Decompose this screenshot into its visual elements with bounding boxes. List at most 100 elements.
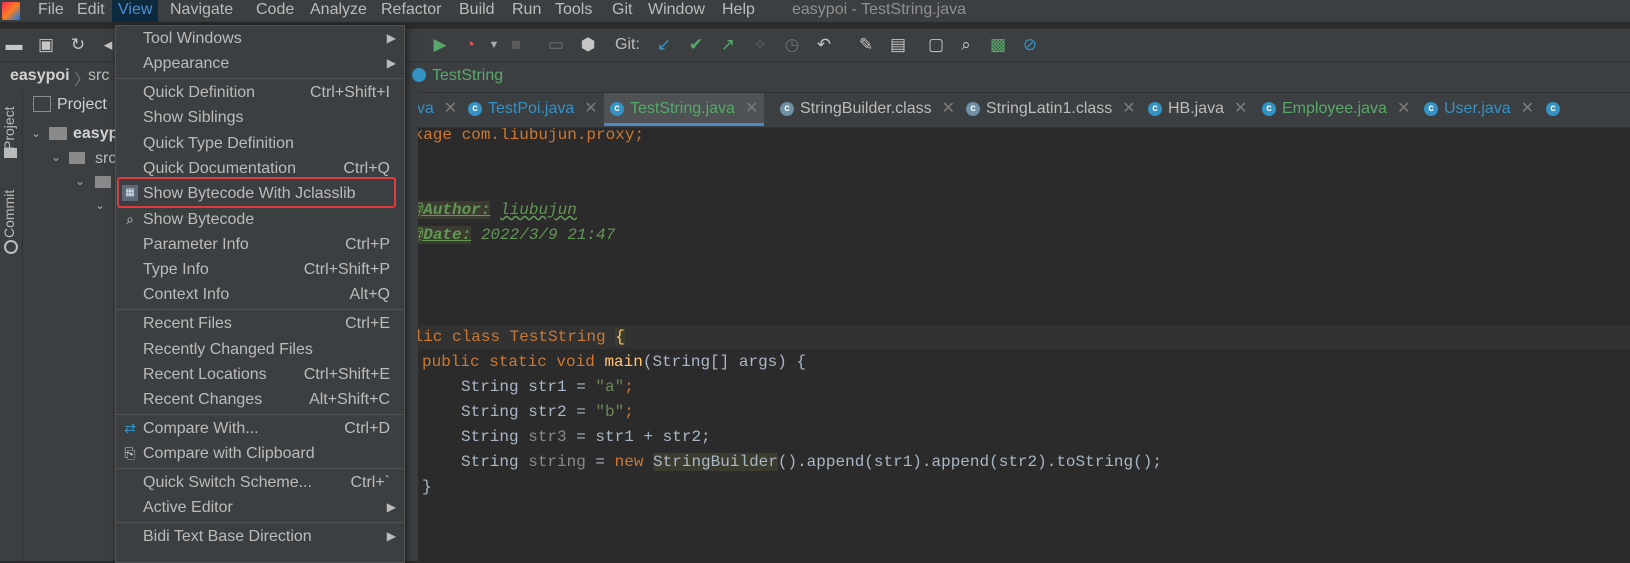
menu-run[interactable]: Run <box>506 0 547 22</box>
close-icon[interactable]: ✕ <box>444 100 457 117</box>
menu-edit[interactable]: Edit <box>71 0 111 22</box>
power-save-icon[interactable]: ⊘ <box>1020 35 1040 55</box>
menu-file[interactable]: File <box>32 0 70 22</box>
breadcrumb-project[interactable]: easypoi <box>10 67 70 85</box>
menu-git[interactable]: Git <box>606 0 638 22</box>
menu-build[interactable]: Build <box>453 0 501 22</box>
menu-refactor[interactable]: Refactor <box>375 0 447 22</box>
menu-item-recently-changed-files[interactable]: Recently Changed Files <box>116 337 404 362</box>
project-header[interactable]: Project <box>57 96 107 114</box>
menu-item-compare-clipboard[interactable]: ⎘ Compare with Clipboard <box>116 441 404 466</box>
menu-window[interactable]: Window <box>642 0 711 22</box>
menu-item-label: Compare With... <box>143 420 259 437</box>
project-root[interactable]: easyp <box>73 125 118 143</box>
javadoc-tag: @Date: <box>418 226 472 244</box>
git-push-icon[interactable]: ↗ <box>718 35 738 55</box>
menu-view[interactable]: View <box>112 0 159 22</box>
git-update-icon[interactable]: ↙ <box>654 35 674 55</box>
close-icon[interactable]: ✕ <box>745 100 758 117</box>
breadcrumb-src[interactable]: src <box>88 67 109 85</box>
menu-item-show-siblings[interactable]: Show Siblings <box>116 105 404 130</box>
attach-debugger-icon[interactable]: ▭ <box>546 35 566 55</box>
tab-testpoi[interactable]: c TestPoi.java ✕ <box>468 93 598 126</box>
shortcut-label: Ctrl+Shift+P <box>303 261 390 278</box>
close-icon[interactable]: ✕ <box>1234 100 1247 117</box>
menu-analyze[interactable]: Analyze <box>304 0 373 22</box>
menu-separator <box>116 522 404 523</box>
menu-item-quick-type-definition[interactable]: Quick Type Definition <box>116 131 404 156</box>
menubar: File Edit View Navigate Code Analyze Ref… <box>0 0 1630 22</box>
menu-item-label: Tool Windows <box>143 30 242 47</box>
class-icon: c <box>468 101 482 116</box>
save-icon[interactable]: ▣ <box>36 35 56 55</box>
menu-help[interactable]: Help <box>716 0 761 22</box>
src-folder[interactable]: src <box>95 150 116 168</box>
monitor-icon[interactable]: ▩ <box>988 35 1008 55</box>
chevron-down-icon[interactable]: ⌄ <box>75 174 85 188</box>
shortcut-label: Ctrl+P <box>345 236 390 253</box>
chevron-down-icon[interactable]: ⌄ <box>51 150 61 164</box>
menu-item-recent-changes[interactable]: Recent Changes Alt+Shift+C <box>116 387 404 412</box>
profile-icon[interactable]: ◔ <box>460 35 480 55</box>
breadcrumb-file[interactable]: TestString <box>432 67 503 85</box>
menu-navigate[interactable]: Navigate <box>164 0 239 22</box>
tab-hb[interactable]: c HB.java ✕ <box>1148 93 1247 126</box>
chevron-down-icon[interactable]: ⌄ <box>31 126 41 140</box>
menu-item-quick-switch-scheme[interactable]: Quick Switch Scheme... Ctrl+` <box>116 470 404 495</box>
rollback-icon[interactable]: ↶ <box>814 35 834 55</box>
menu-item-label: Quick Switch Scheme... <box>143 474 312 491</box>
project-structure-icon[interactable]: ▤ <box>888 35 908 55</box>
tab-teststring[interactable]: c TestString.java ✕ <box>604 93 765 126</box>
close-icon[interactable]: ✕ <box>1397 100 1410 117</box>
tab-overflow[interactable]: c <box>1546 93 1566 126</box>
module-folder-icon <box>49 127 67 140</box>
submenu-arrow-icon: ▶ <box>386 31 396 45</box>
open-folder-icon[interactable]: ▬ <box>4 35 24 55</box>
menu-item-recent-locations[interactable]: Recent Locations Ctrl+Shift+E <box>116 362 404 387</box>
build-project-icon[interactable]: ⬢ <box>578 35 598 55</box>
keyword: public static void <box>422 353 605 371</box>
menu-item-tool-windows[interactable]: Tool Windows ▶ <box>116 26 404 51</box>
close-icon[interactable]: ✕ <box>1521 100 1534 117</box>
menu-item-label: Appearance <box>143 55 230 72</box>
javadoc-tag: @Author: <box>418 201 491 219</box>
menu-item-active-editor[interactable]: Active Editor ▶ <box>116 495 404 520</box>
menu-item-compare-with[interactable]: ⇄ Compare With... Ctrl+D <box>116 416 404 441</box>
tab-stringbuilder[interactable]: c StringBuilder.class ✕ <box>780 93 955 126</box>
menu-code[interactable]: Code <box>250 0 300 22</box>
menu-item-appearance[interactable]: Appearance ▶ <box>116 51 404 76</box>
menu-tools[interactable]: Tools <box>549 0 598 22</box>
search-icon[interactable]: ⌕ <box>956 35 976 55</box>
method-name: main <box>604 353 643 371</box>
menu-item-label: Quick Definition <box>143 84 256 101</box>
code-editor[interactable]: ckage com.liubujun.proxy; * @Author: liu… <box>418 128 1630 561</box>
history-icon[interactable]: ◷ <box>782 35 802 55</box>
app-logo-icon <box>2 2 20 20</box>
close-icon[interactable]: ✕ <box>1122 100 1135 117</box>
chevron-down-icon[interactable]: ⌄ <box>95 198 105 212</box>
close-icon[interactable]: ✕ <box>584 100 597 117</box>
tab-commit[interactable]: Commit <box>1 184 21 244</box>
tab-label: User.java <box>1444 100 1511 117</box>
tab-java-file[interactable]: .java ✕ <box>418 93 464 126</box>
menu-item-bidi-direction[interactable]: Bidi Text Base Direction ▶ <box>116 524 404 549</box>
settings-wrench-icon[interactable]: ✎ <box>856 35 876 55</box>
tab-stringlatin1[interactable]: c StringLatin1.class ✕ <box>966 93 1136 126</box>
run-coverage-icon[interactable]: ▶ <box>430 35 450 55</box>
code-text: String <box>461 428 529 446</box>
terminal-icon[interactable]: ▢ <box>926 35 946 55</box>
tab-employee[interactable]: c Employee.java ✕ <box>1262 93 1410 126</box>
project-view-icon <box>33 96 51 112</box>
tab-user[interactable]: c User.java ✕ <box>1424 93 1534 126</box>
menu-item-parameter-info[interactable]: Parameter Info Ctrl+P <box>116 232 404 257</box>
menu-item-quick-definition[interactable]: Quick Definition Ctrl+Shift+I <box>116 80 404 105</box>
chevron-down-icon[interactable]: ▼ <box>484 35 504 55</box>
git-commit-icon[interactable]: ✔ <box>686 35 706 55</box>
menu-item-show-bytecode[interactable]: ⌕ Show Bytecode <box>116 207 404 232</box>
menu-item-recent-files[interactable]: Recent Files Ctrl+E <box>116 311 404 336</box>
sync-icon[interactable]: ↻ <box>68 35 88 55</box>
menu-item-type-info[interactable]: Type Info Ctrl+Shift+P <box>116 257 404 282</box>
close-icon[interactable]: ✕ <box>942 100 955 117</box>
menu-item-context-info[interactable]: Context Info Alt+Q <box>116 282 404 307</box>
bytecode-icon: ⌕ <box>126 211 134 227</box>
